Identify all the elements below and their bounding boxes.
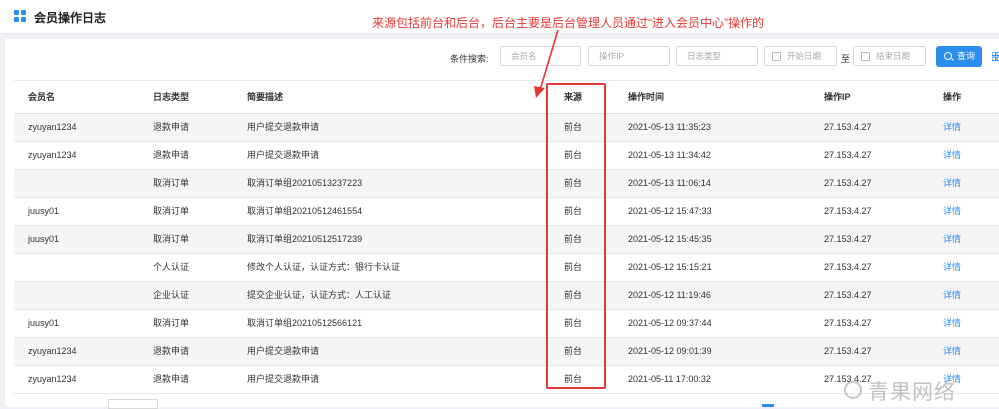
start-date-placeholder: 开始日期 — [787, 51, 822, 61]
table-row: zyuyan1234 退款申请 用户提交退款申请 前台 2021-05-13 1… — [14, 142, 999, 170]
table-header: 会员名 日志类型 简要描述 来源 操作时间 操作IP 操作 — [14, 80, 999, 114]
cell-type: 企业认证 — [153, 290, 190, 300]
annotation-text: 来源包括前台和后台，后台主要是后台管理人员通过“进入会员中心”操作的 — [372, 16, 764, 30]
column-header-time: 操作时间 — [628, 92, 665, 102]
page-size-select[interactable] — [108, 399, 158, 409]
cell-desc: 用户提交退款申请 — [247, 374, 320, 384]
cell-desc: 提交企业认证，认证方式：人工认证 — [247, 290, 392, 300]
search-icon — [944, 52, 952, 60]
details-link[interactable]: 详情 — [943, 170, 961, 197]
page-title: 会员操作日志 — [34, 11, 107, 25]
grid-icon[interactable] — [992, 52, 999, 61]
table-row: 企业认证 提交企业认证，认证方式：人工认证 前台 2021-05-12 11:1… — [14, 282, 999, 310]
cell-type: 取消订单 — [153, 206, 190, 216]
details-link[interactable]: 详情 — [943, 310, 961, 337]
cell-time: 2021-05-11 17:00:32 — [628, 374, 711, 384]
column-header-action: 操作 — [943, 92, 962, 102]
calendar-icon — [772, 52, 781, 61]
details-link[interactable]: 详情 — [943, 142, 961, 169]
cell-ip: 27.153.4.27 — [824, 262, 872, 272]
ip-input[interactable]: 操作IP — [588, 46, 670, 66]
cell-desc: 取消订单组20210513237223 — [247, 178, 363, 188]
cell-time: 2021-05-12 15:15:21 — [628, 262, 712, 272]
details-link[interactable]: 详情 — [943, 114, 961, 141]
cell-ip: 27.153.4.27 — [824, 290, 872, 300]
column-header-member: 会员名 — [28, 92, 56, 102]
cell-time: 2021-05-12 15:45:35 — [628, 234, 712, 244]
cell-type: 个人认证 — [153, 262, 190, 272]
cell-type: 退款申请 — [153, 374, 190, 384]
table-row: zyuyan1234 退款申请 用户提交退款申请 前台 2021-05-13 1… — [14, 114, 999, 142]
top-bar: 会员操作日志 来源包括前台和后台，后台主要是后台管理人员通过“进入会员中心”操作… — [0, 0, 999, 34]
watermark-logo — [844, 381, 862, 399]
cell-member: zyuyan1234 — [28, 150, 77, 160]
cell-ip: 27.153.4.27 — [824, 346, 872, 356]
cell-type: 退款申请 — [153, 346, 190, 356]
source-column-highlight — [546, 83, 606, 389]
cell-type: 取消订单 — [153, 234, 190, 244]
grid-apps-icon — [14, 10, 26, 22]
member-name-input[interactable]: 会员名 — [500, 46, 581, 66]
cell-ip: 27.153.4.27 — [824, 178, 872, 188]
end-date-placeholder: 结束日期 — [876, 51, 911, 61]
cell-ip: 27.153.4.27 — [824, 150, 872, 160]
cell-type: 取消订单 — [153, 178, 190, 188]
cell-member: zyuyan1234 — [28, 374, 77, 384]
table-row: zyuyan1234 退款申请 用户提交退款申请 前台 2021-05-12 0… — [14, 338, 999, 366]
table-row: juusy01 取消订单 取消订单组20210512566121 前台 2021… — [14, 310, 999, 338]
cell-member: juusy01 — [28, 318, 60, 328]
cell-desc: 用户提交退款申请 — [247, 346, 320, 356]
cell-member: zyuyan1234 — [28, 122, 77, 132]
cell-desc: 取消订单组20210512566121 — [247, 318, 363, 328]
table-row: juusy01 取消订单 取消订单组20210512517239 前台 2021… — [14, 226, 999, 254]
cell-ip: 27.153.4.27 — [824, 234, 872, 244]
filter-label: 条件搜索: — [450, 54, 489, 64]
watermark-text: 青果网络 — [868, 381, 956, 404]
details-link[interactable]: 详情 — [943, 338, 961, 365]
cell-type: 退款申请 — [153, 150, 190, 160]
cell-member: zyuyan1234 — [28, 346, 77, 356]
cell-member: juusy01 — [28, 234, 60, 244]
cell-time: 2021-05-13 11:06:14 — [628, 178, 711, 188]
start-date-input[interactable]: 开始日期 — [764, 46, 837, 66]
cell-desc: 取消订单组20210512517239 — [247, 234, 363, 244]
cell-desc: 取消订单组20210512461554 — [247, 206, 363, 216]
end-date-input[interactable]: 结束日期 — [853, 46, 926, 66]
cell-time: 2021-05-12 09:37:44 — [628, 318, 712, 328]
details-link[interactable]: 详情 — [943, 198, 961, 225]
details-link[interactable]: 详情 — [943, 282, 961, 309]
cell-member: juusy01 — [28, 206, 60, 216]
cell-type: 退款申请 — [153, 122, 190, 132]
cell-time: 2021-05-13 11:34:42 — [628, 150, 711, 160]
cell-type: 取消订单 — [153, 318, 190, 328]
cell-time: 2021-05-12 09:01:39 — [628, 346, 712, 356]
search-button-label: 查询 — [957, 51, 976, 61]
to-label: 至 — [841, 54, 851, 64]
details-link[interactable]: 详情 — [943, 226, 961, 253]
cell-desc: 用户提交退款申请 — [247, 122, 320, 132]
cell-desc: 修改个人认证，认证方式：银行卡认证 — [247, 262, 401, 272]
table-row: 取消订单 取消订单组20210513237223 前台 2021-05-13 1… — [14, 170, 999, 198]
table-row: 个人认证 修改个人认证，认证方式：银行卡认证 前台 2021-05-12 15:… — [14, 254, 999, 282]
cell-ip: 27.153.4.27 — [824, 318, 872, 328]
column-header-desc: 简要描述 — [247, 92, 284, 102]
cell-ip: 27.153.4.27 — [824, 122, 872, 132]
cell-ip: 27.153.4.27 — [824, 206, 872, 216]
search-button[interactable]: 查询 — [936, 46, 982, 67]
column-header-type: 日志类型 — [153, 92, 190, 102]
cell-desc: 用户提交退款申请 — [247, 150, 320, 160]
cell-time: 2021-05-12 15:47:33 — [628, 206, 712, 216]
log-type-select[interactable]: 日志类型 — [676, 46, 758, 66]
cell-time: 2021-05-13 11:35:23 — [628, 122, 711, 132]
table-row: juusy01 取消订单 取消订单组20210512461554 前台 2021… — [14, 198, 999, 226]
column-header-ip: 操作IP — [824, 92, 851, 102]
calendar-icon — [861, 52, 870, 61]
details-link[interactable]: 详情 — [943, 254, 961, 281]
cell-time: 2021-05-12 11:19:46 — [628, 290, 711, 300]
